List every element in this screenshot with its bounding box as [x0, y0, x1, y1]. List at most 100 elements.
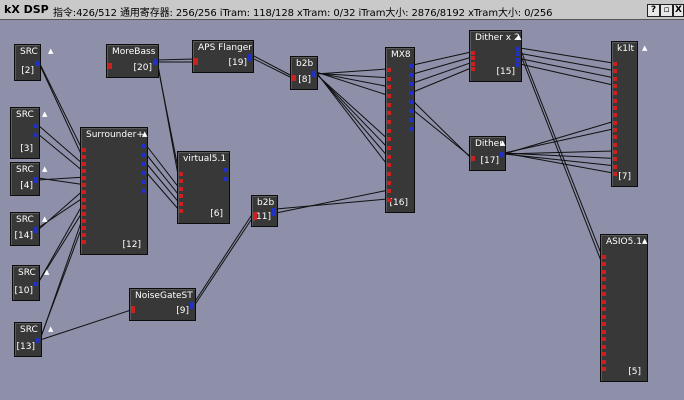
plugin-mx8[interactable]: MX8 [16] [385, 47, 415, 213]
input-pin[interactable] [387, 68, 391, 72]
output-pin[interactable] [142, 180, 146, 184]
input-pin[interactable] [131, 306, 135, 310]
plugin-noisegate[interactable]: NoiseGateST [9] [129, 288, 196, 321]
input-pin[interactable] [82, 218, 86, 223]
output-pin[interactable] [34, 133, 38, 137]
output-pin[interactable] [142, 171, 146, 175]
input-pin[interactable] [82, 155, 86, 160]
input-pin[interactable] [194, 58, 198, 62]
menu-arrow-icon[interactable]: ▲ [516, 33, 521, 41]
input-pin[interactable] [387, 198, 391, 202]
input-pin[interactable] [602, 284, 606, 289]
output-pin[interactable] [34, 282, 38, 286]
output-pin[interactable] [272, 208, 276, 212]
input-pin[interactable] [82, 204, 86, 209]
output-pin[interactable] [224, 168, 228, 172]
output-pin[interactable] [34, 227, 38, 231]
input-pin[interactable] [602, 255, 606, 259]
input-pin[interactable] [387, 154, 391, 159]
input-pin[interactable] [387, 146, 391, 150]
input-pin[interactable] [602, 277, 606, 282]
input-pin[interactable] [613, 135, 617, 140]
help-button[interactable]: ? [647, 4, 660, 17]
input-pin[interactable] [82, 190, 86, 195]
plugin-b2b-11[interactable]: b2b [11] [251, 195, 278, 227]
input-pin[interactable] [613, 84, 617, 88]
close-button[interactable]: X [673, 4, 684, 17]
output-pin[interactable] [190, 302, 194, 306]
input-pin[interactable] [602, 344, 606, 349]
menu-arrow-icon[interactable]: ▲ [42, 215, 47, 223]
input-pin[interactable] [179, 172, 183, 176]
input-pin[interactable] [471, 156, 475, 160]
input-pin[interactable] [387, 94, 391, 98]
input-pin[interactable] [387, 137, 391, 142]
input-pin[interactable] [179, 201, 183, 206]
input-pin[interactable] [613, 76, 617, 81]
input-pin[interactable] [82, 148, 86, 152]
output-pin[interactable] [142, 162, 146, 166]
input-pin[interactable] [179, 209, 183, 213]
plugin-morebass[interactable]: MoreBass [20] [106, 44, 159, 78]
input-pin[interactable] [602, 329, 606, 334]
output-pin[interactable] [34, 177, 38, 181]
output-pin[interactable] [272, 212, 276, 216]
plugin-src-10[interactable]: SRC ▲ [10] [12, 265, 49, 301]
input-pin[interactable] [387, 85, 391, 90]
input-pin[interactable] [602, 299, 606, 304]
plugin-src-4[interactable]: SRC ▲ [4] [10, 162, 47, 196]
output-pin[interactable] [516, 63, 520, 67]
output-pin[interactable] [409, 109, 413, 113]
input-pin[interactable] [179, 186, 183, 191]
input-pin[interactable] [179, 179, 183, 184]
output-pin[interactable] [516, 47, 520, 51]
plugin-dither-x2[interactable]: Dither x 2 ▲ [15] [469, 30, 522, 82]
input-pin[interactable] [82, 211, 86, 216]
input-pin[interactable] [82, 169, 86, 174]
menu-arrow-icon[interactable]: ▲ [142, 130, 147, 138]
output-pin[interactable] [409, 91, 413, 95]
output-pin[interactable] [36, 338, 40, 342]
input-pin[interactable] [613, 142, 617, 147]
input-pin[interactable] [602, 367, 606, 371]
output-pin[interactable] [142, 189, 146, 193]
plugin-src-3[interactable]: SRC ▲ [3] [10, 107, 47, 159]
output-pin[interactable] [500, 152, 504, 156]
output-pin[interactable] [312, 71, 316, 75]
output-pin[interactable] [409, 118, 413, 122]
input-pin[interactable] [253, 216, 257, 220]
menu-arrow-icon[interactable]: ▲ [500, 139, 505, 147]
input-pin[interactable] [387, 172, 391, 176]
menu-arrow-icon[interactable]: ▲ [48, 47, 53, 55]
input-pin[interactable] [82, 232, 86, 237]
output-pin[interactable] [409, 82, 413, 86]
input-pin[interactable] [602, 292, 606, 297]
menu-arrow-icon[interactable]: ▲ [48, 325, 53, 333]
input-pin[interactable] [613, 91, 617, 96]
restore-button[interactable]: ▫ [660, 4, 673, 17]
output-pin[interactable] [153, 59, 157, 63]
input-pin[interactable] [82, 162, 86, 167]
input-pin[interactable] [108, 63, 112, 67]
output-pin[interactable] [142, 144, 146, 148]
input-pin[interactable] [602, 352, 606, 357]
input-pin[interactable] [613, 157, 617, 162]
input-pin[interactable] [387, 128, 391, 133]
plugin-src-14[interactable]: SRC ▲ [14] [10, 212, 47, 246]
input-pin[interactable] [387, 111, 391, 116]
input-pin[interactable] [613, 113, 617, 118]
input-pin[interactable] [613, 106, 617, 110]
output-pin[interactable] [224, 177, 228, 181]
input-pin[interactable] [471, 56, 475, 61]
input-pin[interactable] [613, 164, 617, 169]
menu-arrow-icon[interactable]: ▲ [42, 165, 47, 173]
menu-arrow-icon[interactable]: ▲ [642, 237, 647, 245]
output-pin[interactable] [409, 127, 413, 131]
input-pin[interactable] [387, 189, 391, 194]
input-pin[interactable] [613, 150, 617, 154]
dsp-canvas[interactable]: SRC ▲ [2] SRC ▲ [3] SRC ▲ [4] SRC ▲ [14] SRC ▲ [10] SRC… [0, 20, 684, 400]
input-pin[interactable] [602, 337, 606, 342]
input-pin[interactable] [602, 262, 606, 267]
menu-arrow-icon[interactable]: ▲ [42, 110, 47, 118]
plugin-k1lt[interactable]: k1lt ▲ [7] [611, 41, 647, 187]
